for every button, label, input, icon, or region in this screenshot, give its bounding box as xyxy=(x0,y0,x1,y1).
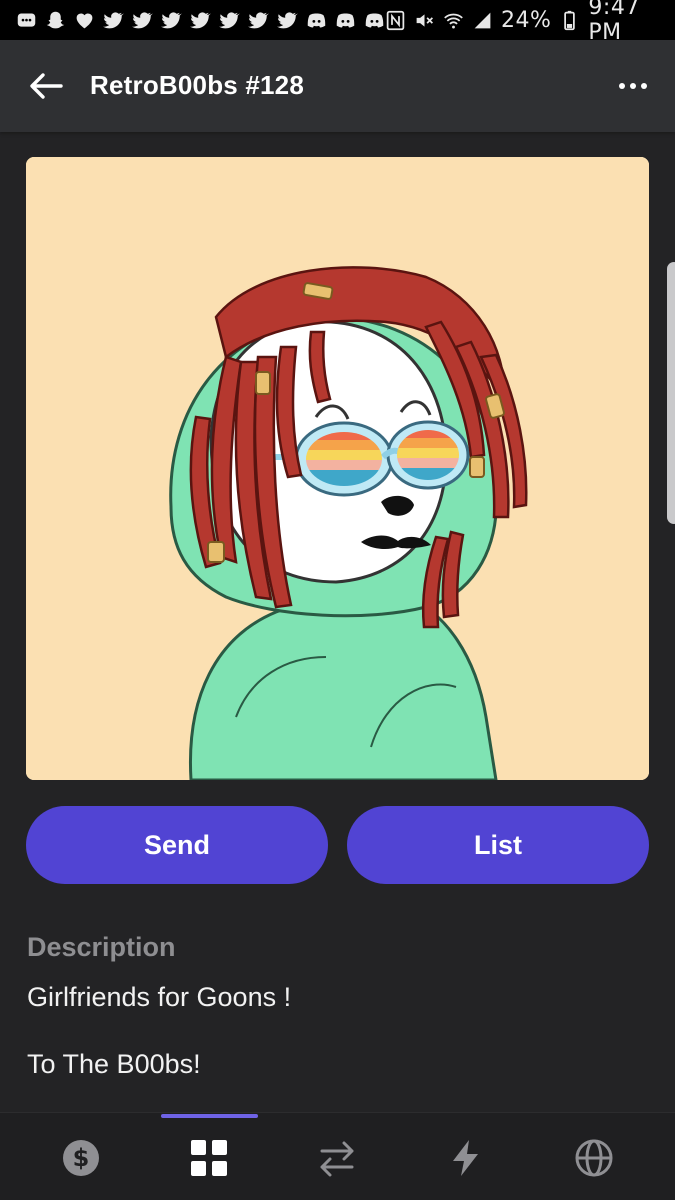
nav-tab-collectibles[interactable] xyxy=(177,1126,241,1190)
snapchat-icon xyxy=(45,10,66,31)
nft-artwork xyxy=(26,157,649,780)
twitter-icon xyxy=(190,10,211,31)
nav-tab-wallet[interactable]: $ xyxy=(49,1126,113,1190)
signal-icon xyxy=(472,10,493,31)
page-title: RetroB00bs #128 xyxy=(90,70,304,100)
send-button[interactable]: Send xyxy=(26,806,328,884)
nft-image[interactable] xyxy=(26,157,649,780)
clock: 9:47 PM xyxy=(588,0,640,45)
nav-tab-activity[interactable] xyxy=(434,1126,498,1190)
nav-tab-swap[interactable] xyxy=(305,1126,369,1190)
heart-icon xyxy=(74,10,95,31)
more-options-button[interactable] xyxy=(609,64,657,108)
list-button[interactable]: List xyxy=(347,806,649,884)
battery-icon xyxy=(559,10,580,31)
status-bar: 24% 9:47 PM xyxy=(0,0,675,45)
notification-icons xyxy=(16,10,385,31)
twitter-icon xyxy=(219,10,240,31)
swap-icon xyxy=(320,1141,354,1177)
wifi-icon xyxy=(443,10,464,31)
app-screen: 24% 9:47 PM RetroB00bs #128 Send List De… xyxy=(0,0,675,1200)
messages-icon xyxy=(16,10,37,31)
grid-icon xyxy=(191,1140,227,1176)
system-icons: 24% 9:47 PM xyxy=(385,0,661,45)
dollar-icon: $ xyxy=(63,1140,99,1176)
discord-icon xyxy=(335,10,356,31)
active-tab-indicator xyxy=(161,1114,258,1118)
twitter-icon xyxy=(161,10,182,31)
lightning-icon xyxy=(453,1140,478,1176)
description-text: To The B00bs! xyxy=(27,1049,201,1079)
globe-icon xyxy=(575,1139,613,1177)
discord-icon xyxy=(306,10,327,31)
more-horizontal-icon xyxy=(619,83,647,89)
arrow-left-icon xyxy=(30,73,63,99)
nfc-icon xyxy=(385,10,406,31)
discord-icon xyxy=(364,10,385,31)
mute-icon xyxy=(414,10,435,31)
description-text: Girlfriends for Goons ! xyxy=(27,982,292,1012)
twitter-icon xyxy=(248,10,269,31)
nav-tab-browser[interactable] xyxy=(562,1126,626,1190)
twitter-icon xyxy=(132,10,153,31)
back-button[interactable] xyxy=(22,64,70,108)
svg-text:$: $ xyxy=(73,1144,90,1172)
edge-panel-handle[interactable] xyxy=(667,262,675,524)
description-heading: Description xyxy=(27,932,176,962)
twitter-icon xyxy=(103,10,124,31)
app-header: RetroB00bs #128 xyxy=(0,40,675,132)
twitter-icon xyxy=(277,10,298,31)
battery-percent: 24% xyxy=(501,7,552,33)
